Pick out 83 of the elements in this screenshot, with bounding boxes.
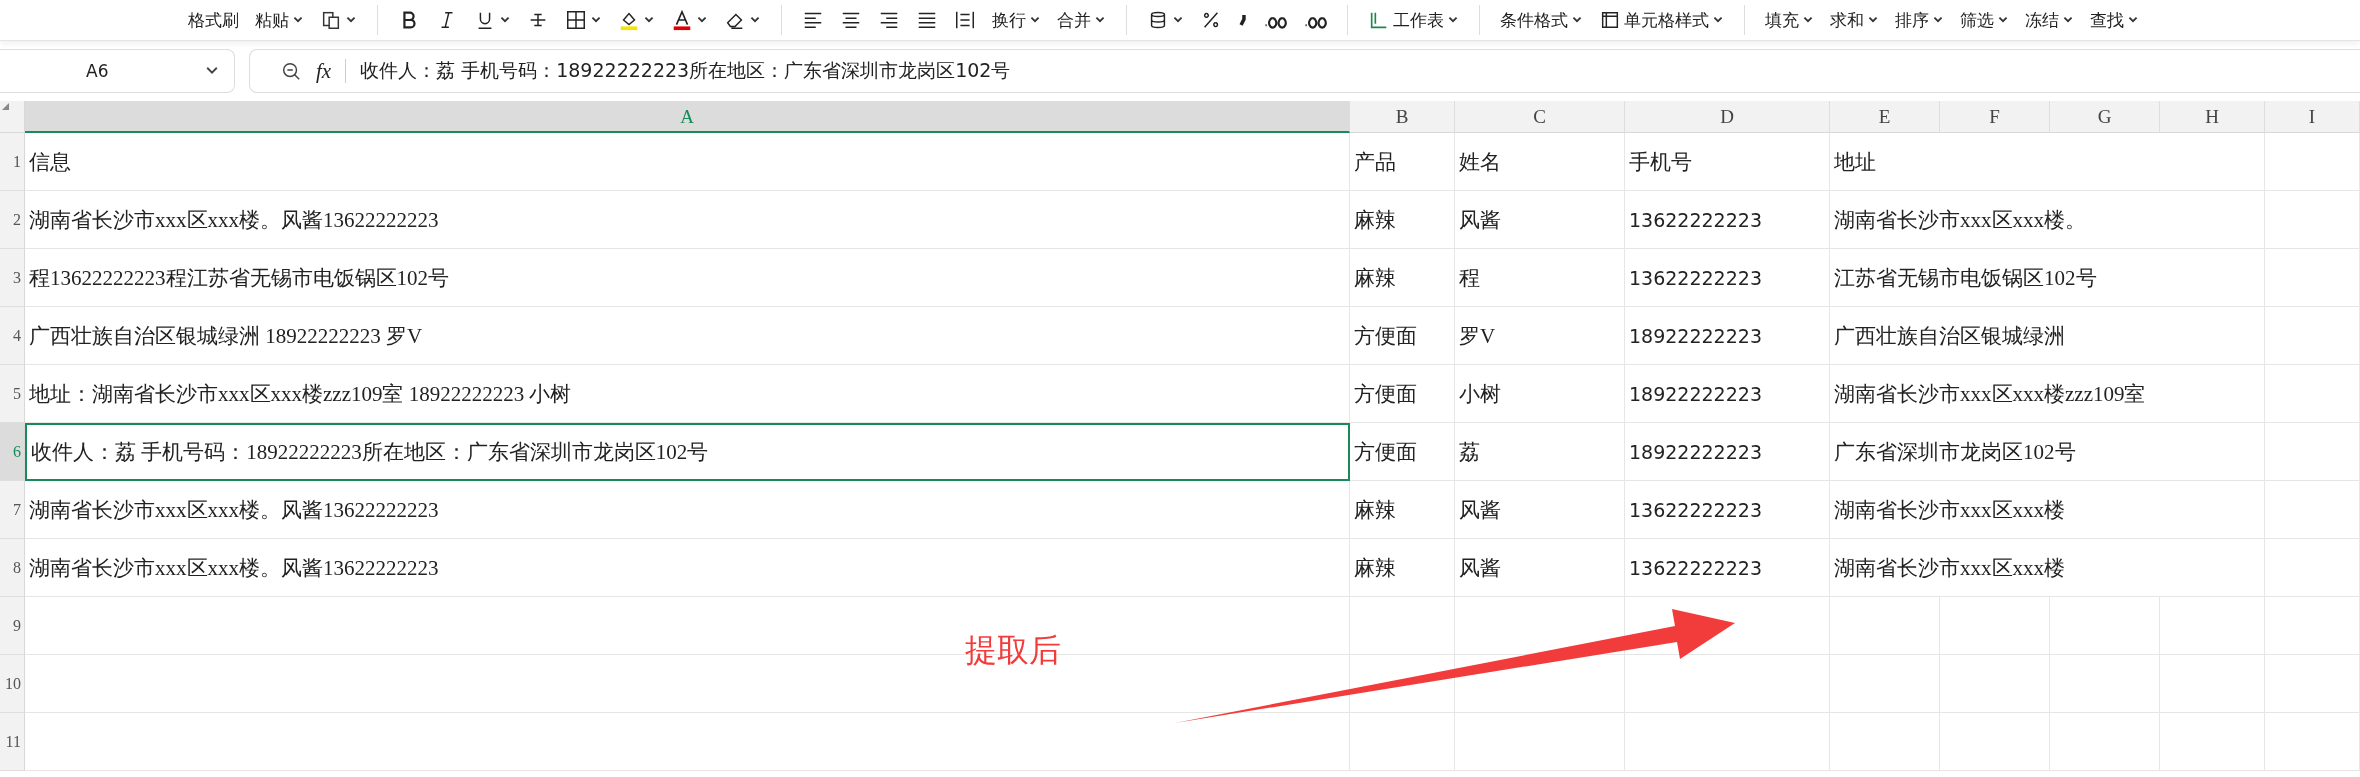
table-cell: 方便面 (1350, 365, 1455, 423)
annotation-text: 提取后 (965, 630, 1061, 671)
table-cell: 13622222223 (1625, 249, 1830, 307)
table-cell: 收件人：荔 手机号码：18922222223所在地区：广东省深圳市龙岗区102号 (25, 423, 1350, 481)
toolbar-button[interactable]: 查找 (2082, 4, 2147, 36)
column-header[interactable]: H (2160, 101, 2265, 133)
row-header[interactable]: 2 (0, 191, 25, 249)
table-cell: 湖南省长沙市xxx区xxx楼zzz109室 (1830, 365, 2265, 423)
table-cell: 13622222223 (1625, 191, 1830, 249)
table-cell: 麻辣 (1350, 191, 1455, 249)
table-cell: 风酱 (1455, 481, 1625, 539)
table-cell: 18922222223 (1625, 423, 1830, 481)
toolbar-button[interactable]: 单元格样式 (1591, 4, 1732, 36)
table-cell: 湖南省长沙市xxx区xxx楼。风酱13622222223 (25, 481, 1350, 539)
table-cell: 18922222223 (1625, 365, 1830, 423)
table-cell: 13622222223 (1625, 539, 1830, 597)
row-header[interactable]: 9 (0, 597, 25, 655)
toolbar-button[interactable]: 排序 (1887, 4, 1952, 36)
toolbar-button[interactable]: 筛选 (1952, 4, 2017, 36)
formula-field[interactable]: fx 收件人：荔 手机号码：18922222223所在地区：广东省深圳市龙岗区102号 (249, 49, 2360, 93)
toolbar-button[interactable]: 冻结 (2017, 4, 2082, 36)
paste-icon (320, 9, 342, 31)
row-header[interactable]: 5 (0, 365, 25, 423)
row-header[interactable]: 8 (0, 539, 25, 597)
table-cell: 方便面 (1350, 307, 1455, 365)
table-cell: 广东省深圳市龙岗区102号 (1830, 423, 2265, 481)
table-cell: 罗V (1455, 307, 1625, 365)
table-cell: 方便面 (1350, 423, 1455, 481)
column-header[interactable]: G (2050, 101, 2160, 133)
name-box[interactable]: A6 (0, 49, 235, 93)
table-cell: 姓名 (1455, 133, 1625, 191)
row-header[interactable]: 4 (0, 307, 25, 365)
table-cell: 麻辣 (1350, 249, 1455, 307)
table-cell: 风酱 (1455, 191, 1625, 249)
table-cell: 江苏省无锡市电饭锅区102号 (1830, 249, 2265, 307)
column-header[interactable]: I (2265, 101, 2360, 133)
toolbar-button[interactable]: 条件格式 (1492, 4, 1591, 36)
row-header[interactable]: 3 (0, 249, 25, 307)
select-all-icon[interactable] (0, 101, 10, 111)
cell-style-icon (1599, 9, 1621, 31)
function-label[interactable]: fx (316, 58, 332, 84)
column-header[interactable]: B (1350, 101, 1455, 133)
zoom-icon (280, 60, 302, 82)
row-header[interactable]: 1 (0, 133, 25, 191)
table-cell: 湖南省长沙市xxx区xxx楼 (1830, 481, 2265, 539)
row-header[interactable]: 11 (0, 713, 25, 771)
column-header[interactable]: F (1940, 101, 2050, 133)
table-cell: 广西壮族自治区银城绿洲 18922222223 罗V (25, 307, 1350, 365)
table-cell: 信息 (25, 133, 1350, 191)
column-header[interactable]: E (1830, 101, 1940, 133)
table-cell: 广西壮族自治区银城绿洲 (1830, 307, 2265, 365)
row-header[interactable]: 7 (0, 481, 25, 539)
column-header[interactable]: D (1625, 101, 1830, 133)
table-cell: 地址 (1830, 133, 2265, 191)
table-cell: 小树 (1455, 365, 1625, 423)
distribute-icon (954, 9, 976, 31)
table-cell: 风酱 (1455, 539, 1625, 597)
toolbar-button[interactable]: 合并 (1049, 4, 1114, 36)
table-cell: 麻辣 (1350, 481, 1455, 539)
table-cell: 麻辣 (1350, 539, 1455, 597)
table-cell: 湖南省长沙市xxx区xxx楼。风酱13622222223 (25, 539, 1350, 597)
toolbar-button[interactable]: 填充 (1757, 4, 1822, 36)
toolbar-button[interactable]: 求和 (1822, 4, 1887, 36)
table-cell: 湖南省长沙市xxx区xxx楼。风酱13622222223 (25, 191, 1350, 249)
font-color-icon (671, 9, 693, 31)
table-cell: 地址：湖南省长沙市xxx区xxx楼zzz109室 18922222223 小树 (25, 365, 1350, 423)
column-header[interactable]: C (1455, 101, 1625, 133)
toolbar-button[interactable]: 粘贴 (247, 4, 312, 36)
table-cell: 程 (1455, 249, 1625, 307)
table-cell: 湖南省长沙市xxx区xxx楼。 (1830, 191, 2265, 249)
table-cell: 18922222223 (1625, 307, 1830, 365)
comma-icon (1238, 12, 1247, 28)
table-cell: 13622222223 (1625, 481, 1830, 539)
toolbar-button[interactable]: 工作表 (1360, 4, 1467, 36)
table-cell: 产品 (1350, 133, 1455, 191)
row-header[interactable]: 10 (0, 655, 25, 713)
table-cell: 湖南省长沙市xxx区xxx楼 (1830, 539, 2265, 597)
border-icon (565, 9, 587, 31)
table-cell: 手机号 (1625, 133, 1830, 191)
table-cell: 程13622222223程江苏省无锡市电饭锅区102号 (25, 249, 1350, 307)
toolbar-button[interactable]: 换行 (984, 4, 1049, 36)
table-cell: 荔 (1455, 423, 1625, 481)
toolbar-button[interactable]: 格式刷 (180, 4, 247, 36)
